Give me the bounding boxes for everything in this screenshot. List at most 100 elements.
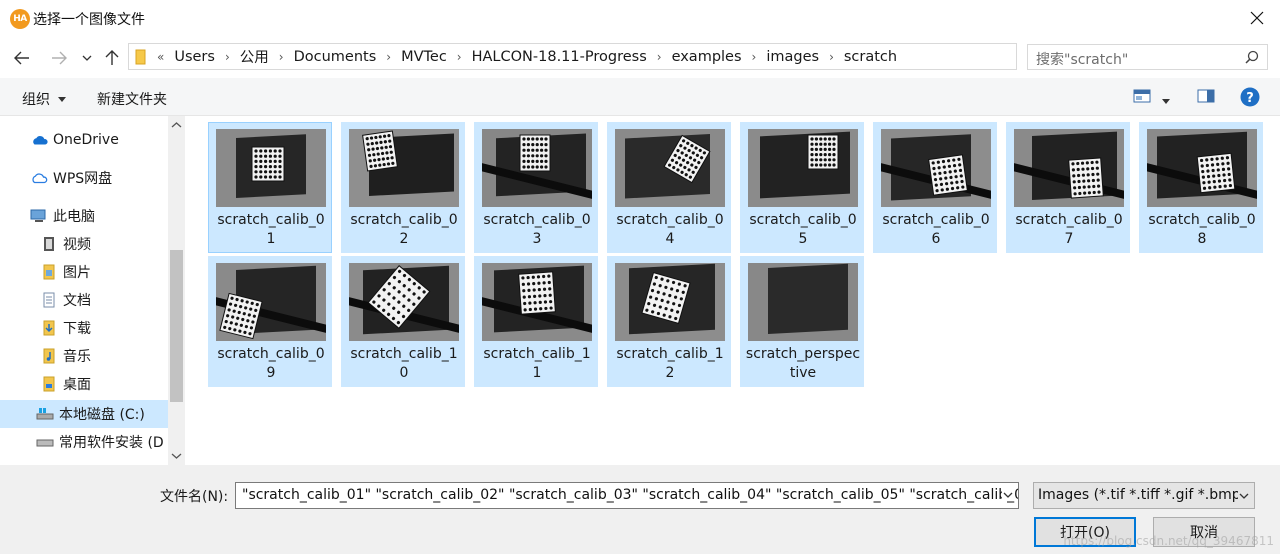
scroll-down-icon[interactable] [171,450,182,461]
breadcrumb-item[interactable]: examples [666,49,748,65]
up-button[interactable] [100,46,124,70]
caret-down-icon [58,97,67,102]
sidebar-item-downloads[interactable]: 下载 [0,314,168,342]
scroll-up-icon[interactable] [171,120,182,131]
sidebar-scrollbar[interactable] [168,116,185,465]
filename-value: "scratch_calib_01" "scratch_calib_02" "s… [242,487,1019,503]
breadcrumb-item[interactable]: 公用 [234,46,275,67]
sidebar-item-label: 常用软件安装 (D [59,435,164,451]
sidebar-item-desktop[interactable]: 桌面 [0,370,168,398]
breadcrumb-item[interactable]: Documents [288,49,383,65]
computer-icon [30,207,48,225]
sidebar-item-music[interactable]: 音乐 [0,342,168,370]
file-item[interactable]: scratch_calib_06 [873,122,997,253]
chevron-right-icon[interactable]: › [825,50,838,64]
chevron-right-icon[interactable]: › [382,50,395,64]
file-name: scratch_calib_08 [1148,212,1256,247]
file-item[interactable]: scratch_calib_08 [1139,122,1263,253]
new-folder-button[interactable]: 新建文件夹 [97,89,167,109]
file-item[interactable]: scratch_perspective [740,256,864,387]
command-toolbar: 组织 新建文件夹 ? [0,78,1280,116]
navigation-pane: OneDrive WPS网盘 此电脑 视频 图片 文档 下载 音乐 桌面 本地磁… [0,116,186,465]
folder-icon [135,49,146,65]
file-item[interactable]: scratch_calib_04 [607,122,731,253]
pictures-folder-icon [40,263,58,281]
chevron-down-icon [1238,490,1250,502]
sidebar-item-drive[interactable] [0,456,168,465]
sidebar-item-label: 桌面 [63,377,91,393]
breadcrumb-item[interactable]: scratch [838,49,903,65]
sidebar-item-drive-c[interactable]: 本地磁盘 (C:) [0,400,168,428]
sidebar-item-label: 音乐 [63,349,91,365]
file-type-select[interactable]: Images (*.tif *.tiff *.gif *.bmp [1033,482,1255,509]
search-placeholder: 搜索"scratch" [1036,52,1129,68]
watermark-text: https://blog.csdn.net/qq_39467811 [1063,534,1274,548]
chevron-right-icon[interactable]: › [453,50,466,64]
sidebar-item-label: 视频 [63,237,91,253]
chevron-right-icon[interactable]: › [748,50,761,64]
chevron-right-icon[interactable]: › [275,50,288,64]
file-item[interactable]: scratch_calib_10 [341,256,465,387]
file-item[interactable]: scratch_calib_12 [607,256,731,387]
breadcrumb-item[interactable]: MVTec [395,49,453,65]
onedrive-icon [30,131,48,149]
recent-locations-button[interactable] [78,46,96,70]
image-thumbnail [881,129,991,207]
caret-down-icon [1162,99,1170,104]
sidebar-item-videos[interactable]: 视频 [0,230,168,258]
file-item[interactable]: scratch_calib_01 [208,122,332,253]
halcon-app-icon: HA [10,9,30,29]
file-name: scratch_calib_04 [616,212,724,247]
chevron-right-icon[interactable]: › [221,50,234,64]
forward-button[interactable] [47,46,71,70]
chevron-right-icon[interactable]: › [653,50,666,64]
image-thumbnail [1147,129,1257,207]
chevron-down-icon [82,55,92,61]
sidebar-item-this-pc[interactable]: 此电脑 [0,202,168,230]
music-folder-icon [40,347,58,365]
search-input[interactable]: 搜索"scratch" [1027,44,1268,70]
help-button[interactable]: ? [1240,87,1260,111]
sidebar-item-documents[interactable]: 文档 [0,286,168,314]
file-name: scratch_calib_01 [217,212,325,247]
close-button[interactable] [1234,0,1280,36]
breadcrumb-item[interactable]: Users [168,49,221,65]
file-item[interactable]: scratch_calib_03 [474,122,598,253]
file-name: scratch_calib_10 [350,346,458,381]
arrow-left-icon [14,51,29,65]
sidebar-item-label: 此电脑 [53,209,95,225]
filename-input[interactable]: "scratch_calib_01" "scratch_calib_02" "s… [235,482,1019,509]
breadcrumb-overflow[interactable]: « [153,50,168,64]
file-item[interactable]: scratch_calib_09 [208,256,332,387]
change-view-button[interactable] [1133,88,1151,108]
image-thumbnail [216,129,326,207]
organize-menu[interactable]: 组织 [22,89,67,109]
sidebar-item-wps[interactable]: WPS网盘 [0,164,168,192]
sidebar-item-pictures[interactable]: 图片 [0,258,168,286]
scrollbar-thumb[interactable] [170,250,183,402]
drive-d-icon [36,433,54,451]
breadcrumb-item[interactable]: images [760,49,825,65]
file-item[interactable]: scratch_calib_02 [341,122,465,253]
close-icon [1250,11,1264,25]
chevron-down-icon[interactable] [1002,489,1014,501]
file-name: scratch_calib_03 [483,212,591,247]
view-options-dropdown[interactable] [1162,93,1170,109]
file-item[interactable]: scratch_calib_05 [740,122,864,253]
image-thumbnail [349,263,459,341]
sidebar-item-drive-d[interactable]: 常用软件安装 (D [0,428,168,456]
preview-pane-button[interactable] [1197,88,1215,108]
address-bar[interactable]: « Users › 公用 › Documents › MVTec › HALCON-18… [128,43,1138,70]
file-item[interactable]: scratch_calib_11 [474,256,598,387]
drive-c-icon [36,405,54,423]
downloads-folder-icon [40,319,58,337]
dialog-title: 选择一个图像文件 [33,12,145,28]
file-name: scratch_calib_05 [749,212,857,247]
back-button[interactable] [10,46,34,70]
video-folder-icon [40,235,58,253]
file-name: scratch_calib_09 [217,346,325,381]
file-name: scratch_calib_06 [882,212,990,247]
sidebar-item-onedrive[interactable]: OneDrive [0,126,168,154]
breadcrumb-item[interactable]: HALCON-18.11-Progress [466,49,653,65]
file-item[interactable]: scratch_calib_07 [1006,122,1130,253]
